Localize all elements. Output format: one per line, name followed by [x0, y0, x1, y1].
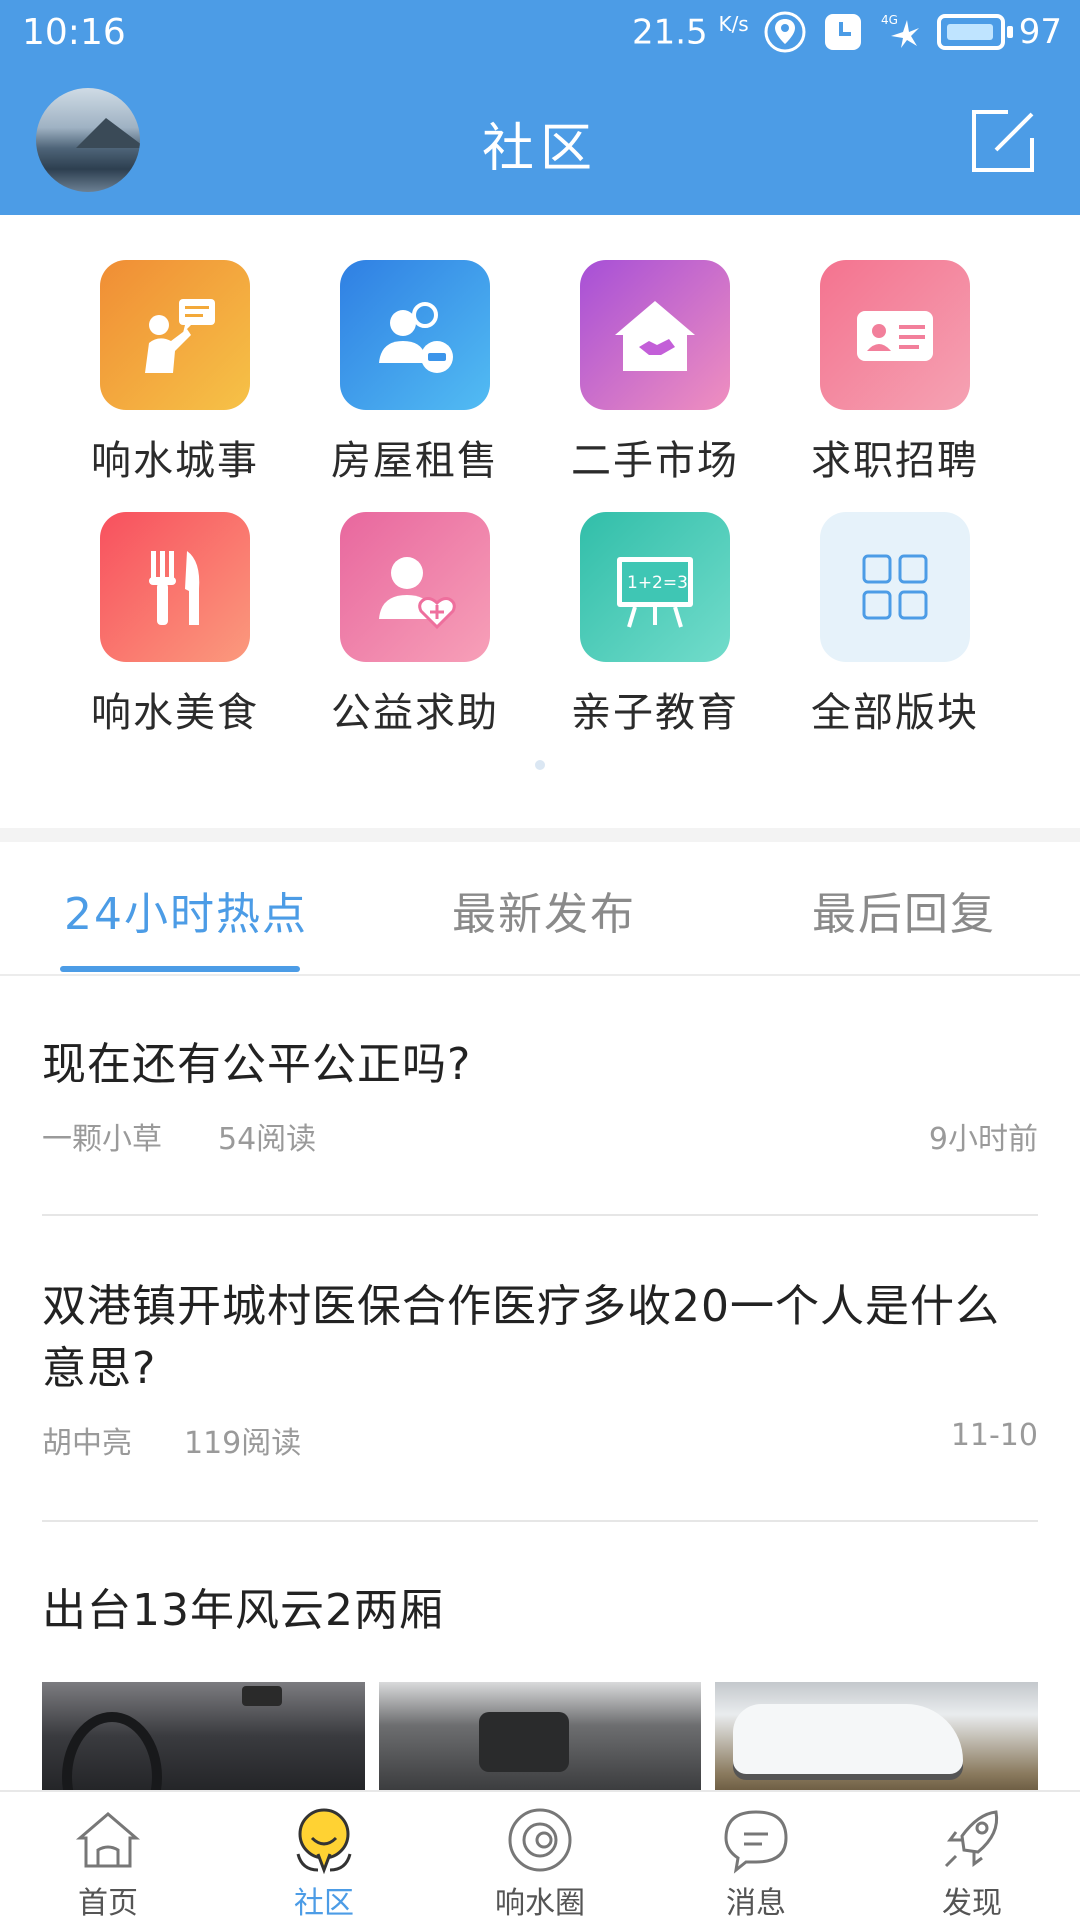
nav-messages[interactable]: 消息 [648, 1792, 864, 1920]
location-icon [764, 11, 806, 53]
post-separator [42, 1520, 1038, 1522]
tab-active-indicator [60, 966, 300, 972]
post-reads: 119阅读 [184, 1426, 302, 1461]
nav-circle[interactable]: 响水圈 [432, 1792, 648, 1920]
nav-label: 消息 [726, 1886, 786, 1920]
house-handshake-icon [580, 260, 730, 410]
community-icon [296, 1808, 352, 1875]
message-icon [724, 1810, 788, 1874]
category-housing[interactable]: 房屋租售 [280, 240, 520, 484]
category-second-hand[interactable]: 二手市场 [520, 240, 760, 484]
post-meta: 胡中亮 119阅读 11-10 [42, 1418, 1038, 1461]
category-charity[interactable]: 公益求助 [280, 492, 520, 736]
tab-24h-hot[interactable]: 24小时热点 [64, 878, 308, 942]
post-thumbnail-image[interactable] [378, 1682, 702, 1790]
network-speed-unit: K/s [718, 11, 749, 36]
post-thumbnails [42, 1682, 1039, 1790]
nav-label: 社区 [294, 1886, 354, 1920]
post-thumbnail-image[interactable] [42, 1682, 365, 1790]
post-time: 9小时前 [928, 1122, 1038, 1157]
post-thumbnail-image[interactable] [715, 1682, 1039, 1790]
rocket-icon [944, 1810, 999, 1868]
signal-4g-icon: 4G [881, 13, 919, 48]
category-xiangshui-events[interactable]: 响水城事 [40, 240, 280, 484]
nav-community[interactable]: 社区 [216, 1792, 432, 1920]
home-icon [75, 1812, 141, 1868]
nav-discover[interactable]: 发现 [864, 1792, 1080, 1920]
category-label: 亲子教育 [571, 690, 739, 736]
svg-text:4G: 4G [881, 13, 898, 27]
network-speed-value: 21.5 [631, 12, 708, 53]
grid-icon [820, 512, 970, 662]
svg-text:1+2=3: 1+2=3 [627, 573, 688, 593]
status-icons: 21.5 K/s 4G 97 [632, 10, 1062, 54]
nav-label: 首页 [78, 1886, 138, 1920]
circle-icon [508, 1808, 572, 1872]
nav-label: 响水圈 [495, 1886, 585, 1920]
post-time: 11-10 [950, 1418, 1038, 1453]
section-divider [0, 828, 1080, 842]
post-title: 双港镇开城村医保合作医疗多收20一个人是什么意思? [42, 1281, 1000, 1394]
clock-icon [824, 14, 861, 50]
nav-home[interactable]: 首页 [0, 1792, 216, 1920]
edit-icon[interactable] [968, 106, 1038, 176]
battery-icon [936, 14, 1013, 50]
bottom-nav: 首页 社区 响水圈 消息 发现 [0, 1790, 1080, 1920]
top-bar: 10:16 21.5 K/s 4G 97 社区 [0, 0, 1080, 215]
status-time: 10:16 [22, 12, 126, 53]
category-label: 求职招聘 [811, 438, 979, 484]
category-label: 房屋租售 [331, 438, 499, 484]
post-tabs: 24小时热点 最新发布 最后回复 [0, 842, 1080, 976]
status-bar: 10:16 21.5 K/s 4G 97 [0, 0, 1080, 64]
category-jobs[interactable]: 求职招聘 [760, 240, 1000, 484]
category-label: 响水城事 [91, 438, 259, 484]
chat-person-icon [100, 260, 250, 410]
fork-knife-icon [100, 512, 250, 662]
post-separator [42, 1214, 1038, 1216]
page-title: 社区 [481, 119, 598, 179]
category-food[interactable]: 响水美食 [40, 492, 280, 736]
page-indicator-dot [535, 760, 545, 770]
category-label: 响水美食 [91, 690, 259, 736]
network-speed: 21.5 K/s [632, 12, 749, 52]
post-reads: 54阅读 [218, 1122, 317, 1157]
people-car-icon [340, 260, 490, 410]
post-author: 胡中亮 [42, 1426, 132, 1461]
post-author: 一颗小草 [42, 1122, 162, 1157]
category-education[interactable]: 1+2=3 亲子教育 [520, 492, 760, 736]
post-title: 现在还有公平公正吗? [42, 1039, 472, 1090]
post-meta: 一颗小草 54阅读 9小时前 [42, 1114, 1038, 1157]
category-all-boards[interactable]: 全部版块 [760, 492, 1000, 736]
id-card-icon [820, 260, 970, 410]
person-heart-icon [340, 512, 490, 662]
battery-level: 97 [1018, 12, 1062, 52]
tab-latest[interactable]: 最新发布 [452, 878, 636, 942]
tab-last-reply[interactable]: 最后回复 [812, 878, 996, 942]
post-title: 出台13年风云2两厢 [42, 1585, 444, 1636]
category-label: 二手市场 [571, 438, 739, 484]
post-item[interactable]: 双港镇开城村医保合作医疗多收20一个人是什么意思? 胡中亮 119阅读 11-1… [42, 1276, 1038, 1461]
post-item[interactable]: 现在还有公平公正吗? 一颗小草 54阅读 9小时前 [42, 1034, 1038, 1157]
category-label: 全部版块 [811, 690, 979, 736]
post-item[interactable]: 出台13年风云2两厢 [42, 1580, 1038, 1642]
blackboard-icon: 1+2=3 [580, 512, 730, 662]
nav-label: 发现 [942, 1886, 1002, 1920]
category-label: 公益求助 [331, 690, 499, 736]
